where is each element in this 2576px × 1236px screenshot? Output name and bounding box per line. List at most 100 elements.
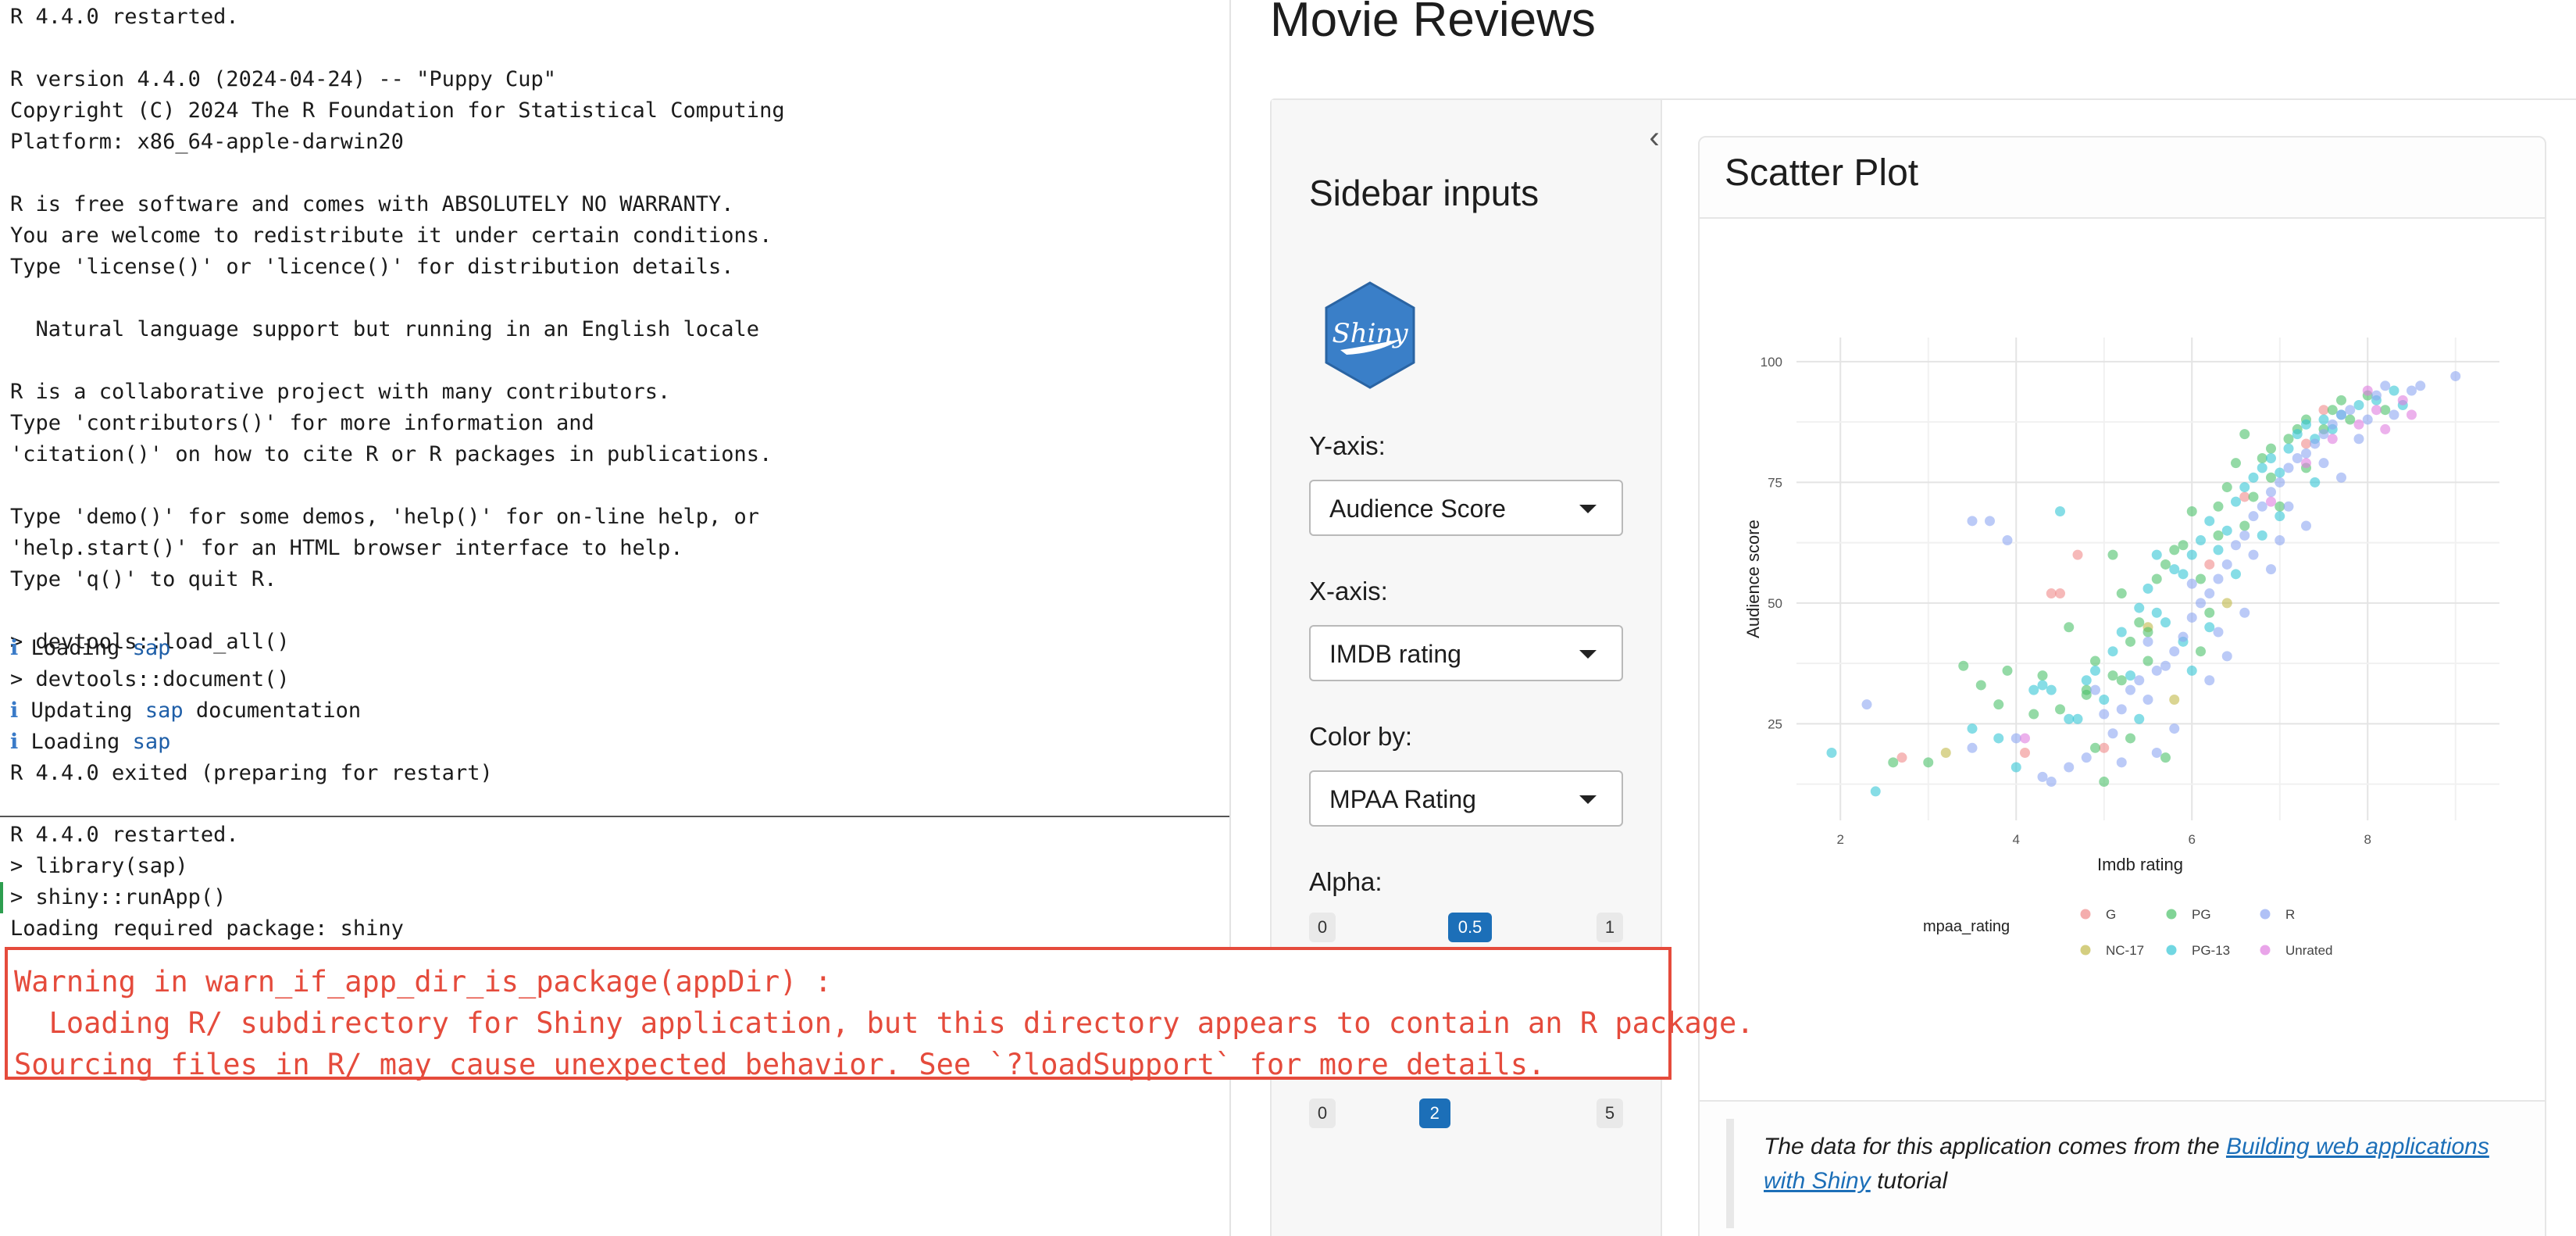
data-point [2336,395,2346,405]
data-point [2380,405,2391,416]
data-point [2107,670,2118,681]
data-point [2318,429,2329,440]
data-point [1985,516,1995,527]
data-point [2213,545,2224,555]
data-point [2213,627,2224,638]
data-point [2371,390,2382,401]
console-line-restarted: R 4.4.0 restarted. [10,823,239,847]
alpha-min-chip: 0 [1309,913,1336,942]
console-line: Type 'license()' or 'licence()' for dist… [10,255,734,279]
data-point [2002,665,2013,676]
caret-down-icon [1579,650,1597,659]
data-point [2196,598,2206,609]
shiny-logo: Shiny [1325,281,1415,389]
console-line: R version 4.4.0 (2024-04-24) -- "Puppy C… [10,67,556,91]
legend-label: PG [2192,907,2211,922]
warning-message: Warning in warn_if_app_dir_is_package(ap… [5,947,1754,1081]
data-point [1967,516,1978,527]
data-point [2169,545,2180,555]
data-point [2196,535,2206,546]
data-point [2204,675,2215,686]
data-point [2046,684,2057,695]
console-line: Type 'q()' to quit R. [10,567,277,591]
data-point [2151,665,2162,676]
data-point [2125,684,2135,695]
console-line: 'citation()' on how to cite R or R packa… [10,442,772,466]
data-point [2064,713,2075,724]
data-point [2037,680,2048,691]
data-point [2318,414,2329,425]
data-point [2283,501,2294,512]
data-point [1993,699,2004,710]
console-line: Copyright (C) 2024 The R Foundation for … [10,98,785,123]
data-point [2231,540,2241,551]
console-line: Natural language support but running in … [10,317,760,341]
y-axis-select[interactable]: Audience Score [1309,480,1623,536]
alpha-label: Alpha: [1309,867,1383,896]
legend-label: R [2285,907,2295,922]
warning-line: Sourcing files in R/ may cause unexpecte… [14,1048,1546,1081]
console-line-runapp: > shiny::runApp() [10,885,227,909]
data-point [2301,419,2311,430]
data-point [2345,414,2356,425]
x-axis-label: X-axis: [1309,577,1388,605]
data-point [2116,704,2127,715]
data-point [2081,752,2092,763]
y-axis-value: Audience Score [1329,495,1506,523]
data-point [2186,578,2197,589]
data-point [2362,414,2373,425]
data-source-note: The data for this application comes from… [1726,1119,2515,1228]
data-point [2257,501,2267,512]
legend-title: mpaa_rating [1923,918,2010,935]
data-point [2090,684,2100,695]
legend-label: PG-13 [2192,943,2230,958]
data-point [2407,409,2417,420]
data-point [2275,467,2285,478]
console-line: 'help.start()' for an HTML browser inter… [10,536,683,560]
y-tick-label: 100 [1761,355,1782,370]
data-point [2266,443,2276,454]
data-point [2169,723,2180,734]
console-line: You are welcome to redistribute it under… [10,223,772,248]
data-point [2046,588,2057,599]
data-point [2345,405,2356,416]
data-point [2134,617,2145,628]
data-point [2125,733,2135,744]
data-point [2010,733,2021,744]
data-point [1975,680,1986,691]
data-point [2125,670,2135,681]
data-point [2221,559,2232,570]
data-point [2072,713,2083,724]
data-point [2221,482,2232,493]
scatter-card: Scatter Plot 2 4 6 8 25 50 75 100 Imdb rating Aud… [1698,136,2546,1236]
data-point [2134,602,2145,613]
shiny-logo-text: Shiny [1332,318,1408,349]
data-point [2099,777,2110,788]
data-point [2010,762,2021,773]
data-point [2116,588,2127,599]
data-point [2143,695,2153,705]
color-by-select[interactable]: MPAA Rating [1309,770,1623,827]
legend-key [2260,945,2271,956]
data-point [1888,757,1899,768]
data-point [2301,458,2311,469]
data-point [2143,627,2153,638]
data-point [2266,487,2276,498]
data-point [2178,569,2189,580]
data-point [2353,434,2364,445]
card-title: Scatter Plot [1725,152,1919,194]
data-point [2037,670,2048,681]
data-point [2178,540,2189,551]
x-axis-select[interactable]: IMDB rating [1309,625,1623,681]
data-point [2213,501,2224,512]
data-point [2371,405,2382,416]
data-point [2221,598,2232,609]
data-point [2178,631,2189,642]
data-point [2160,660,2171,671]
data-point [2239,530,2250,541]
console-line: R is free software and comes with ABSOLU… [10,192,734,216]
data-point [2125,636,2135,647]
data-point [2231,458,2241,469]
info-icon: ℹ [10,698,19,723]
console-line: R is a collaborative project with many c… [10,380,671,404]
